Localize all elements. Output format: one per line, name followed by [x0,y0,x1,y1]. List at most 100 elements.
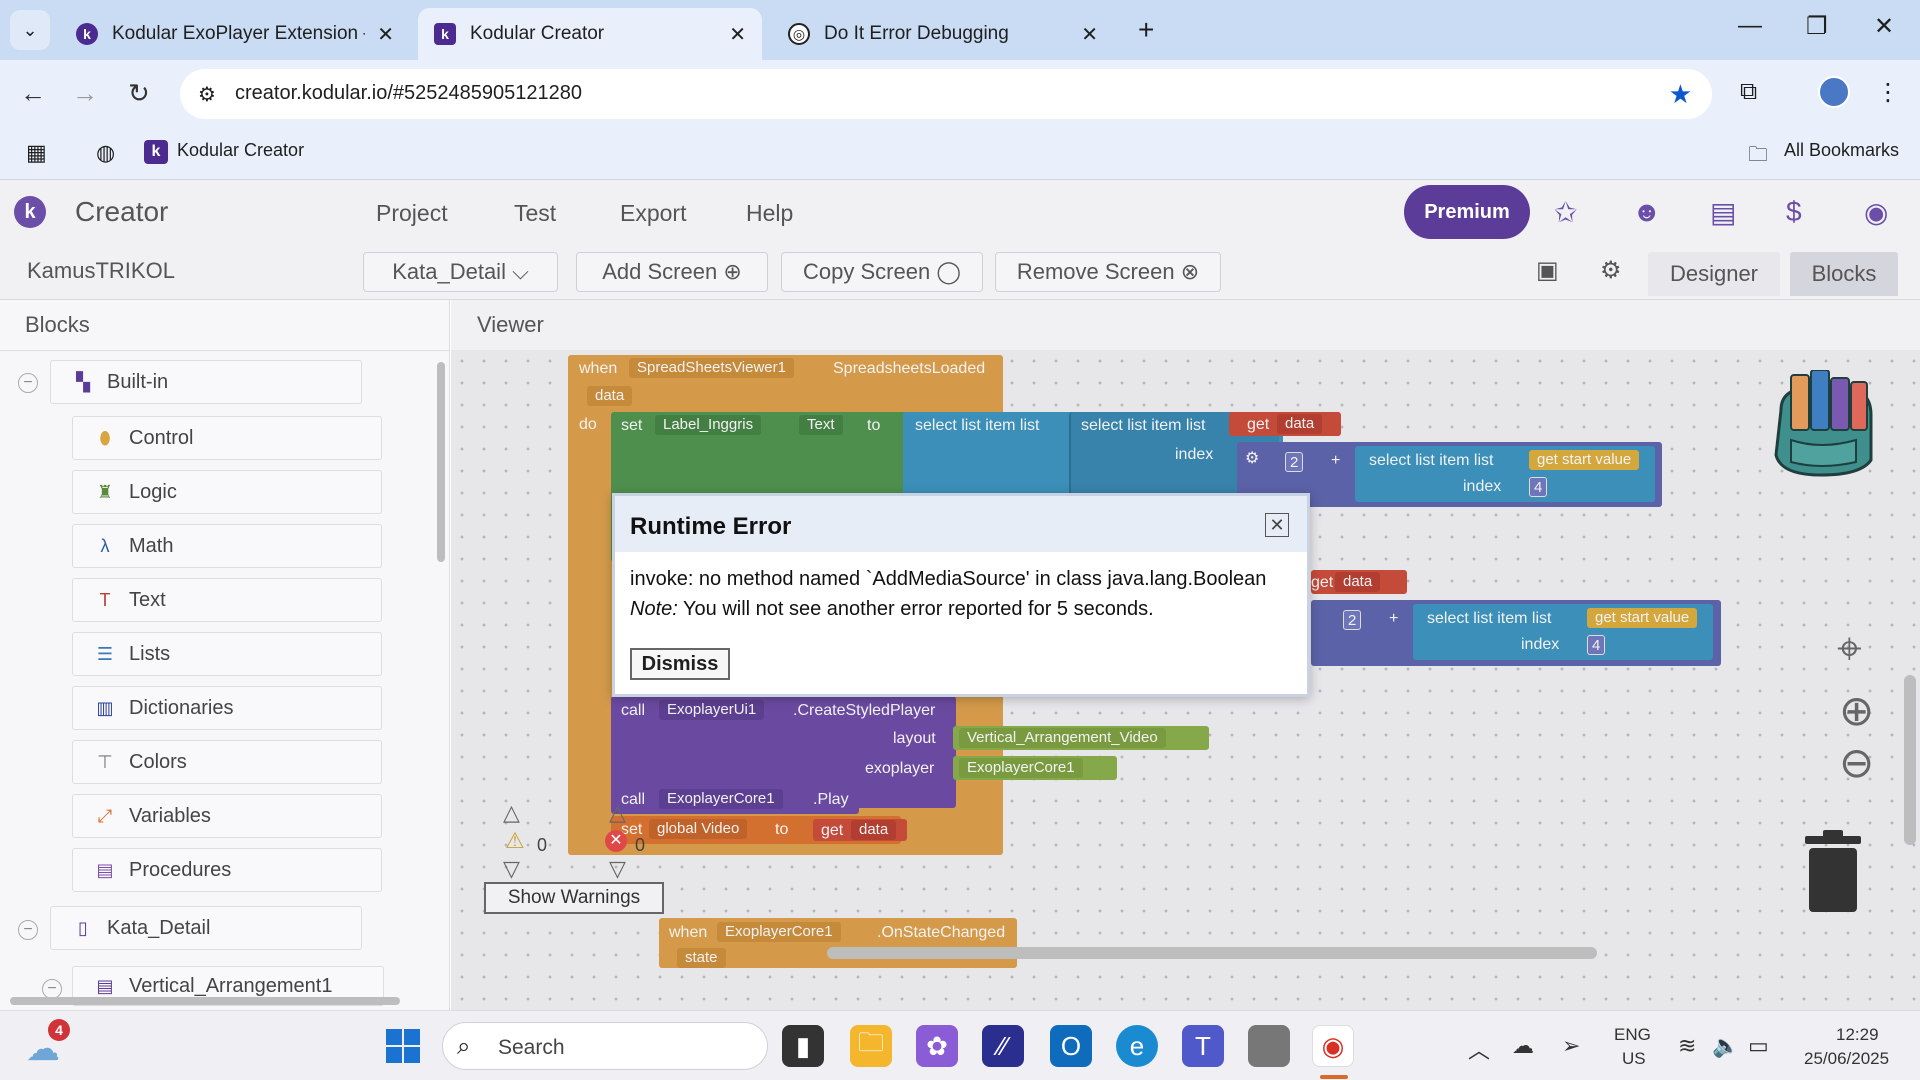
workspace-vertical-scrollbar[interactable] [1904,675,1916,845]
menu-test[interactable]: Test [514,200,556,227]
tab-search-button[interactable]: ⌄ [10,10,50,50]
back-icon[interactable]: ← [20,78,46,109]
dismiss-button[interactable]: Dismiss [630,648,730,680]
windows-start-icon[interactable] [386,1029,420,1063]
region-indicator[interactable]: US [1622,1049,1646,1069]
tab-do-it-error[interactable]: ◎ Do It Error Debugging ✕ [772,8,1114,60]
exoplayer-ui-chip[interactable]: ExoplayerUi1 [659,700,765,720]
tree-variables[interactable]: ⤢ Variables [72,794,382,838]
address-bar[interactable]: ⚙ creator.kodular.io/#5252485905121280 ★ [180,69,1712,119]
collapse-builtin-icon[interactable]: − [18,373,38,393]
data-var-chip[interactable]: data [851,820,897,840]
trash-icon[interactable] [1803,830,1863,914]
get-start-value-chip[interactable]: get start value [1529,450,1640,470]
global-video-chip[interactable]: global Video [649,819,748,839]
minimize-button[interactable]: — [1738,12,1762,40]
tree-lists[interactable]: ☰ Lists [72,632,382,676]
tree-dictionaries[interactable]: ▥ Dictionaries [72,686,382,730]
tree-logic[interactable]: ♜ Logic [72,470,382,514]
panel-vertical-scrollbar[interactable] [437,362,445,562]
tab-exoplayer-extension[interactable]: k Kodular ExoPlayer Extension – ✕ [60,8,410,60]
workspace-horizontal-scrollbar[interactable] [827,947,1597,959]
text-property-chip[interactable]: Text [799,415,843,435]
outlook-icon[interactable]: O [1050,1025,1092,1067]
wifi-icon[interactable]: ≋ [1678,1033,1696,1059]
profile-avatar[interactable] [1818,76,1850,108]
number-chip[interactable]: 4 [1587,635,1606,655]
tab-kodular-creator[interactable]: k Kodular Creator ✕ [418,8,762,60]
menu-export[interactable]: Export [620,200,686,227]
clock-date[interactable]: 25/06/2025 [1804,1049,1889,1069]
forward-icon[interactable]: → [72,78,98,109]
exoplayer-core-chip[interactable]: ExoplayerCore1 [717,922,841,942]
copilot-icon[interactable]: ✿ [916,1025,958,1067]
palette-icon[interactable]: ☻ [1632,196,1661,228]
designer-tab[interactable]: Designer [1648,252,1780,296]
errors-prev-icon[interactable]: △ [609,800,626,826]
param-chip[interactable]: data [587,386,633,406]
clock-time[interactable]: 12:29 [1836,1025,1879,1045]
tree-colors[interactable]: ⊤ Colors [72,740,382,784]
taskbar-search[interactable]: ⌕ Search [442,1022,768,1070]
zoom-out-icon[interactable]: ⊖ [1839,738,1874,787]
data-var-chip[interactable]: data [1277,414,1323,434]
menu-help[interactable]: Help [746,200,793,227]
close-window-button[interactable]: ✕ [1874,12,1894,41]
new-tab-button[interactable]: + [1138,14,1154,46]
number-chip[interactable]: 4 [1529,477,1548,497]
show-warnings-button[interactable]: Show Warnings [484,882,664,914]
close-tab-icon[interactable]: ✕ [1081,22,1098,47]
menu-project[interactable]: Project [376,200,448,227]
panel-horizontal-scrollbar[interactable] [10,997,400,1005]
language-indicator[interactable]: ENG [1614,1025,1651,1045]
apps-grid-icon[interactable]: ▦ [26,140,47,166]
settings-gear-icon[interactable]: ⚙ [1600,256,1622,285]
bookmark-kodular-creator[interactable]: Kodular Creator [177,140,304,161]
exoplayer-core-chip[interactable]: ExoplayerCore1 [959,758,1083,778]
folder-star-icon[interactable]: ✩ [1554,196,1577,229]
tree-procedures[interactable]: ▤ Procedures [72,848,382,892]
warnings-next-icon[interactable]: ▽ [503,856,520,882]
docs-icon[interactable]: ▤ [1710,196,1736,229]
bookmark-star-icon[interactable]: ★ [1669,79,1692,110]
close-icon[interactable]: ✕ [1265,513,1289,537]
teams-icon[interactable]: T [1182,1025,1224,1067]
extensions-icon[interactable]: ⧉ [1740,78,1757,106]
tree-builtin[interactable]: ▚ Built-in [50,360,362,404]
url-text[interactable]: creator.kodular.io/#5252485905121280 [235,82,582,105]
close-tab-icon[interactable]: ✕ [729,22,746,47]
dollar-icon[interactable]: $ [1786,196,1802,228]
backpack-icon[interactable] [1761,370,1881,480]
add-screen-button[interactable]: Add Screen ⊕ [576,252,768,292]
copy-screen-button[interactable]: Copy Screen ◯ [781,252,983,292]
warnings-prev-icon[interactable]: △ [503,800,520,826]
get-start-value-chip[interactable]: get start value [1587,608,1698,628]
globe-icon[interactable]: ◍ [96,140,115,166]
account-icon[interactable]: ◉ [1864,196,1888,229]
tree-screen[interactable]: ▯ Kata_Detail [50,906,362,950]
exoplayer-core-chip[interactable]: ExoplayerCore1 [659,789,783,809]
battery-icon[interactable]: ▭ [1748,1033,1769,1059]
vscode-app-icon[interactable]: ⁄⁄ [982,1025,1024,1067]
premium-button[interactable]: Premium [1404,185,1530,239]
label-component-chip[interactable]: Label_Inggris [655,415,762,435]
reload-icon[interactable]: ↻ [128,78,150,109]
tree-text[interactable]: T Text [72,578,382,622]
state-param-chip[interactable]: state [677,948,726,968]
number-chip[interactable]: 2 [1285,452,1304,472]
remove-screen-button[interactable]: Remove Screen ⊗ [995,252,1221,292]
close-tab-icon[interactable]: ✕ [377,22,394,47]
volume-icon[interactable]: 🔈 [1712,1033,1739,1059]
zoom-in-icon[interactable]: ⊕ [1839,686,1874,735]
errors-next-icon[interactable]: ▽ [609,856,626,882]
blocks-tab[interactable]: Blocks [1790,252,1898,296]
file-explorer-icon[interactable]: 🗀 [850,1025,892,1067]
chrome-icon[interactable]: ◉ [1312,1025,1354,1067]
more-menu-icon[interactable]: ⋮ [1876,78,1900,107]
gear-icon[interactable]: ⚙ [1245,448,1259,468]
tree-control[interactable]: ⬮ Control [72,416,382,460]
task-view-icon[interactable]: ▮ [782,1025,824,1067]
collapse-arrangement-icon[interactable]: − [42,979,62,999]
location-icon[interactable]: ➢ [1562,1033,1580,1059]
edge-icon[interactable]: e [1116,1025,1158,1067]
